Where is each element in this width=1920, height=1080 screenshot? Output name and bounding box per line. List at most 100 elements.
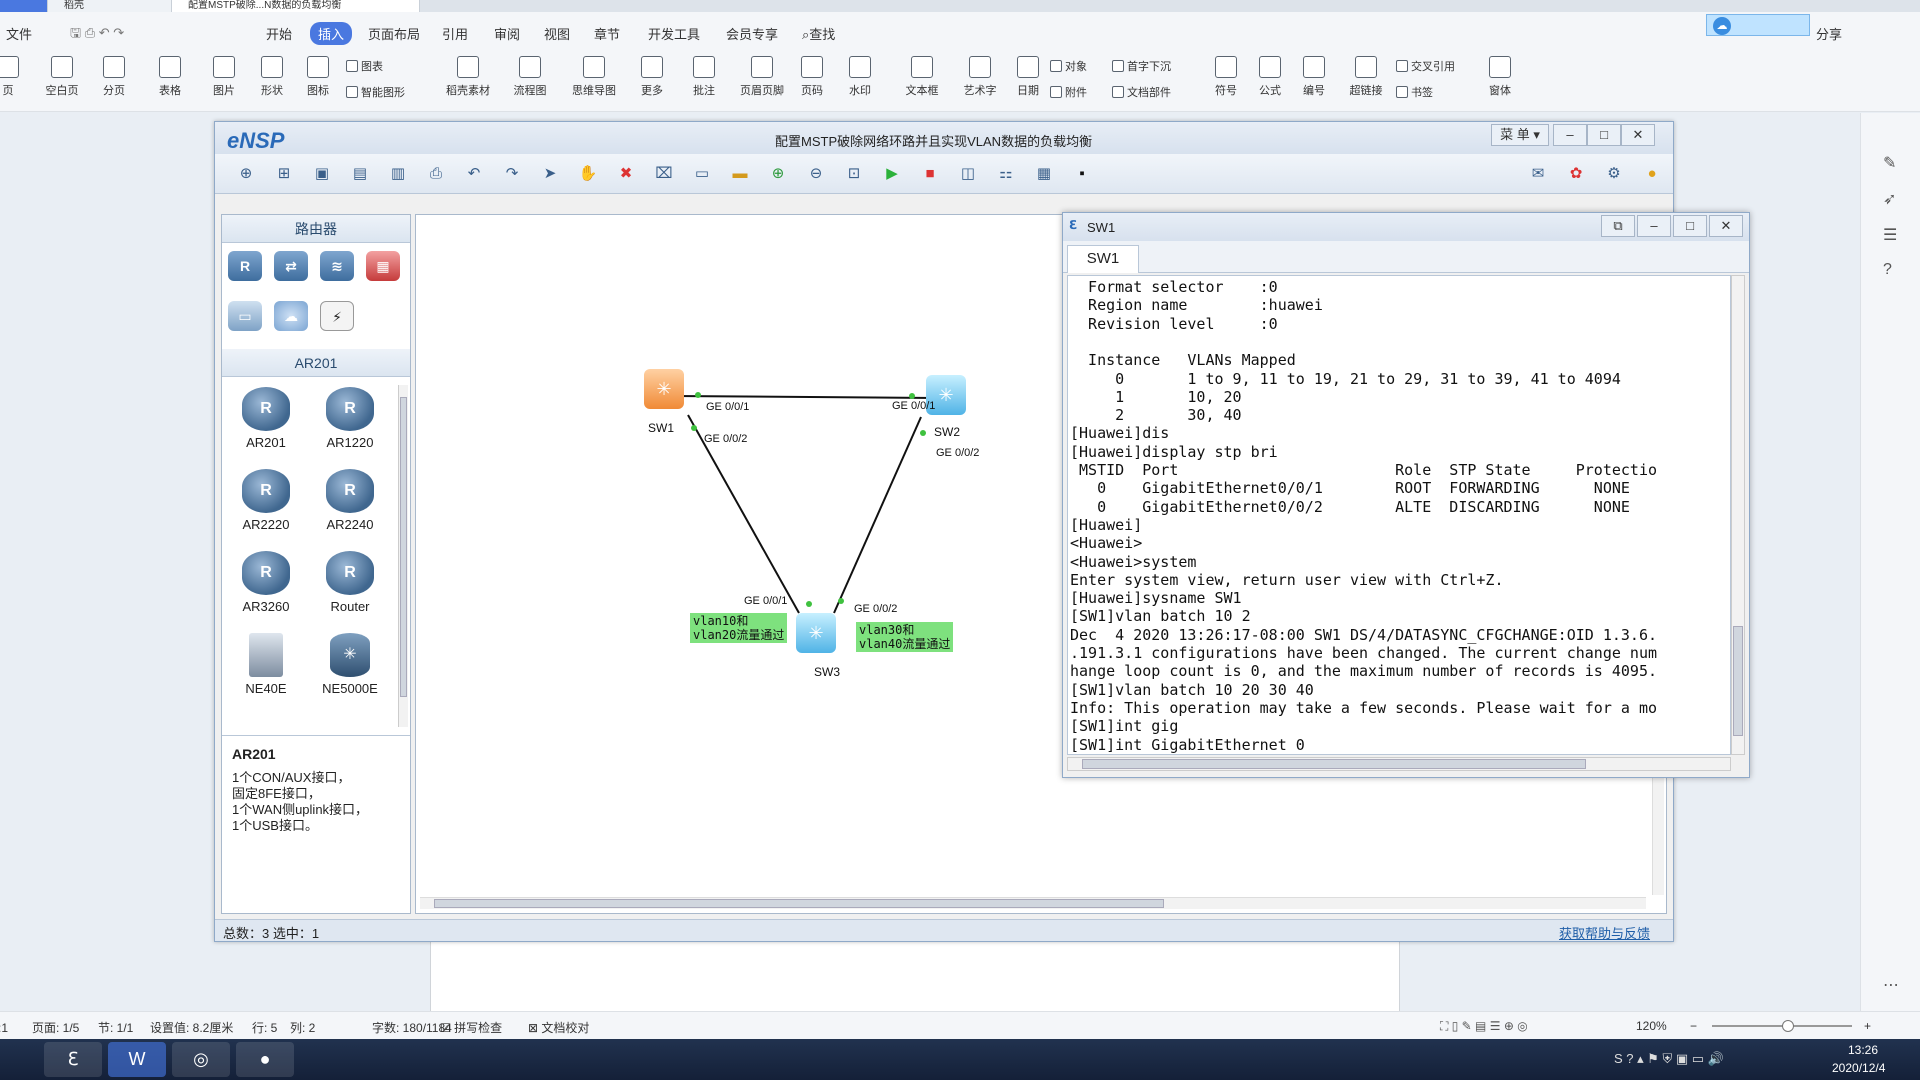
zoom-in-icon[interactable]: ⊕ — [767, 163, 789, 185]
ensp-close-button[interactable]: ✕ — [1621, 124, 1655, 146]
help-circle-icon[interactable]: ● — [1641, 163, 1663, 185]
wps-tab-home[interactable] — [0, 0, 48, 12]
ribbon-hyperlink[interactable]: 超链接 — [1338, 56, 1394, 98]
obs-taskbar-icon[interactable]: ● — [236, 1042, 294, 1077]
ribbon-chart[interactable]: 图表 — [346, 58, 383, 74]
ribbon-doc-parts[interactable]: 文档部件 — [1112, 84, 1171, 100]
menu-chapter[interactable]: 章节 — [594, 24, 620, 43]
ribbon-more[interactable]: 更多 — [624, 56, 680, 98]
pc-category-icon[interactable]: ▭ — [228, 301, 262, 331]
menu-file[interactable]: 文件 — [6, 24, 32, 43]
ribbon-smart-graphic[interactable]: 智能图形 — [346, 84, 405, 100]
zoom-in-button[interactable]: + — [1864, 1019, 1871, 1033]
quick-access-icons[interactable]: 🖫 ⎙ ↶ ↷ — [70, 24, 124, 46]
redo-icon[interactable]: ↷ — [501, 163, 523, 185]
ribbon-flowchart[interactable]: 流程图 — [502, 56, 558, 98]
sliders-icon[interactable]: ☰ — [1883, 225, 1897, 245]
ribbon-comment[interactable]: 批注 — [676, 56, 732, 98]
ribbon-drop-cap[interactable]: 首字下沉 — [1112, 58, 1171, 74]
menu-references[interactable]: 引用 — [442, 24, 468, 43]
ensp-minimize-button[interactable]: – — [1553, 124, 1587, 146]
help-feedback-link[interactable]: 获取帮助与反馈 — [1559, 923, 1650, 942]
ribbon-cross-ref[interactable]: 交叉引用 — [1396, 58, 1455, 74]
undo-icon[interactable]: ↶ — [463, 163, 485, 185]
ensp-menu-button[interactable]: 菜 单 ▾ — [1491, 124, 1549, 146]
ensp-maximize-button[interactable]: □ — [1587, 124, 1621, 146]
zoom-out-icon[interactable]: ⊖ — [805, 163, 827, 185]
wireless-category-icon[interactable]: ≋ — [320, 251, 354, 281]
stop-device-icon[interactable]: ■ — [919, 163, 941, 185]
help-icon[interactable]: ? — [1883, 261, 1892, 279]
menu-page-layout[interactable]: 页面布局 — [368, 24, 420, 43]
ribbon-watermark[interactable]: 水印 — [832, 56, 888, 98]
console-restore-button[interactable]: ⧉ — [1601, 215, 1635, 237]
spell-check-button[interactable]: ☑ 拼写检查 — [440, 1019, 502, 1036]
open-folder-icon[interactable]: ▣ — [311, 163, 333, 185]
console-minimize-button[interactable]: – — [1637, 215, 1671, 237]
ribbon-blank-page[interactable]: 空白页 — [34, 56, 90, 98]
fit-view-icon[interactable]: ⊡ — [843, 163, 865, 185]
console-titlebar[interactable]: ℇ SW1 ⧉ – □ ✕ — [1063, 213, 1749, 241]
share-button[interactable]: 分享 — [1816, 24, 1842, 43]
pen-icon[interactable]: ✎ — [1883, 153, 1896, 173]
device-router[interactable]: R Router — [310, 551, 390, 614]
device-ar3260[interactable]: R AR3260 — [226, 551, 306, 614]
rectangle-icon[interactable]: ▬ — [729, 163, 751, 185]
ensp-taskbar-icon[interactable]: ℇ — [44, 1042, 102, 1077]
wps-tab-document[interactable]: 配置MSTP破除...N数据的负载均衡 — [172, 0, 420, 12]
hand-icon[interactable]: ✋ — [577, 163, 599, 185]
tray-icons[interactable]: S ? ▴ ⚑ ⛨ ▣ ▭ 🔊 — [1614, 1051, 1724, 1067]
device-ne40e[interactable]: NE40E — [226, 633, 306, 696]
menu-developer[interactable]: 开发工具 — [648, 24, 700, 43]
connection-category-icon[interactable]: ⚡ — [320, 301, 354, 331]
ribbon-page-break[interactable]: 分页 — [86, 56, 142, 98]
text-note-icon[interactable]: ▭ — [691, 163, 713, 185]
huawei-logo-icon[interactable]: ✿ — [1565, 163, 1587, 185]
router-category-icon[interactable]: R — [228, 251, 262, 281]
ribbon-form[interactable]: 窗体 — [1472, 56, 1528, 98]
console-output[interactable]: Format selector :0 Region name :huawei R… — [1067, 275, 1731, 755]
capture-icon[interactable]: ◫ — [957, 163, 979, 185]
chat-icon[interactable]: ✉ — [1527, 163, 1549, 185]
device-ar2220[interactable]: R AR2220 — [226, 469, 306, 532]
menu-insert[interactable]: 插入 — [310, 22, 353, 45]
ribbon-table[interactable]: 表格 — [142, 56, 198, 98]
zoom-slider[interactable] — [1712, 1020, 1852, 1032]
topology-icon[interactable]: ⚏ — [995, 163, 1017, 185]
link-sw1-sw2[interactable] — [672, 395, 937, 399]
console-hscrollbar[interactable] — [1067, 757, 1731, 771]
more-dots-icon[interactable]: ⋯ — [1883, 975, 1899, 995]
link-sw2-sw3[interactable] — [833, 416, 922, 614]
view-mode-icons[interactable]: ⛶ ▯ ✎ ▤ ☰ ⊕ ◎ — [1440, 1019, 1528, 1034]
menu-member[interactable]: 会员专享 — [726, 24, 778, 43]
canvas-hscrollbar[interactable] — [420, 897, 1646, 909]
cloud-category-icon[interactable]: ☁ — [274, 301, 308, 331]
ribbon-icons[interactable]: 图标 — [290, 56, 346, 98]
ribbon-bookmark[interactable]: 书签 — [1396, 84, 1433, 100]
menu-home[interactable]: 开始 — [266, 24, 292, 43]
device-ar1220[interactable]: R AR1220 — [310, 387, 390, 450]
new-lab-icon[interactable]: ⊞ — [273, 163, 295, 185]
settings-gear-icon[interactable]: ⚙ — [1603, 163, 1625, 185]
firewall-category-icon[interactable]: ▦ — [366, 251, 400, 281]
ensp-titlebar[interactable]: eNSP 配置MSTP破除网络环路并且实现VLAN数据的负载均衡 菜 单 ▾ –… — [215, 122, 1673, 154]
new-topology-icon[interactable]: ⊕ — [235, 163, 257, 185]
browser-taskbar-icon[interactable]: ◎ — [172, 1042, 230, 1077]
switch-sw3-icon[interactable]: ✳ — [796, 613, 836, 653]
note-vlan30-40[interactable]: vlan30和 vlan40流量通过 — [856, 622, 954, 652]
wps-taskbar-icon[interactable]: W — [108, 1042, 166, 1077]
console-maximize-button[interactable]: □ — [1673, 215, 1707, 237]
device-ar2240[interactable]: R AR2240 — [310, 469, 390, 532]
terminal-icon[interactable]: ▪ — [1071, 163, 1093, 185]
switch-category-icon[interactable]: ⇄ — [274, 251, 308, 281]
console-vscrollbar[interactable] — [1731, 275, 1745, 755]
device-ne5000e[interactable]: ✳ NE5000E — [310, 633, 390, 696]
palette-scrollbar[interactable] — [398, 385, 408, 727]
ribbon-mindmap[interactable]: 思维导图 — [566, 56, 622, 98]
tab-sw1[interactable]: SW1 — [1067, 245, 1139, 273]
save-as-icon[interactable]: ▥ — [387, 163, 409, 185]
zoom-out-button[interactable]: − — [1690, 1019, 1697, 1033]
ribbon-numbering[interactable]: 编号 — [1286, 56, 1342, 98]
document-page[interactable] — [430, 940, 1400, 1012]
save-icon[interactable]: ▤ — [349, 163, 371, 185]
